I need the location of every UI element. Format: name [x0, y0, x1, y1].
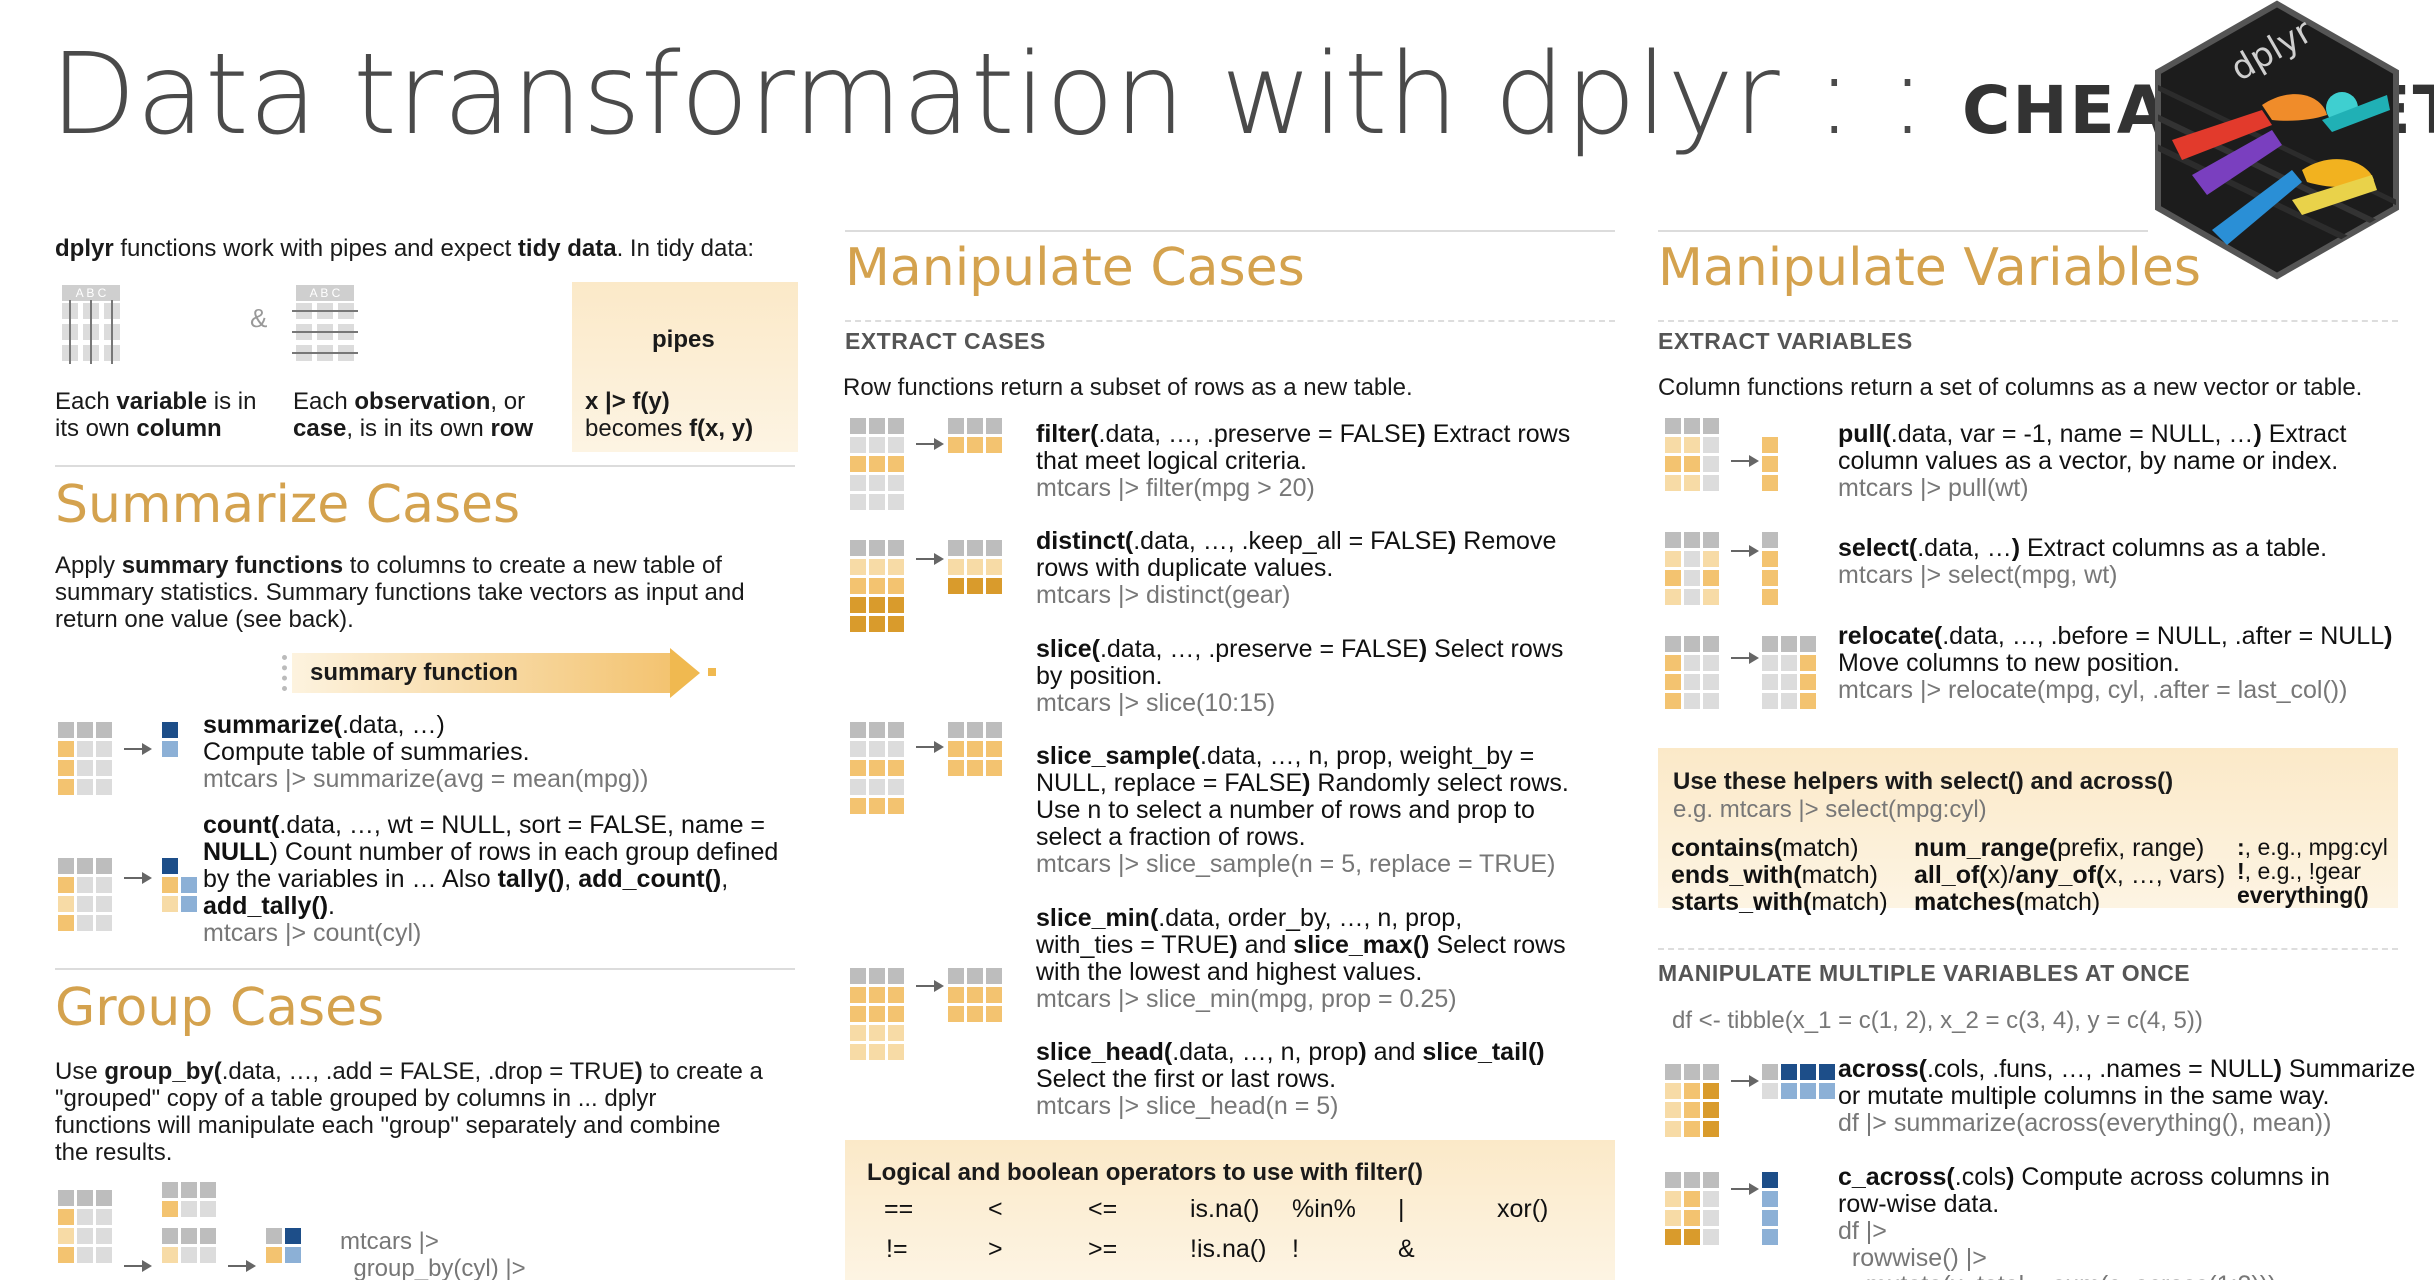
summarize-title: Summarize Cases: [55, 475, 521, 535]
relocate-entry: relocate(.data, …, .before = NULL, .afte…: [1838, 622, 2393, 704]
summarize-entry: summarize(.data, …) Compute table of sum…: [203, 711, 649, 793]
slice-sample-entry: slice_sample(.data, …, n, prop, weight_b…: [1036, 742, 1569, 878]
pipes-caption: x |> f(y) becomes f(x, y): [585, 388, 754, 442]
slice-entry: slice(.data, …, .preserve = FALSE) Selec…: [1036, 635, 1564, 717]
helpers-col-2: num_range(prefix, range) all_of(x)/any_o…: [1914, 834, 2226, 916]
slice-head-entry: slice_head(.data, …, n, prop) and slice_…: [1036, 1038, 1545, 1120]
tidy-intro-line: dplyr functions work with pipes and expe…: [55, 235, 755, 262]
operators-title: Logical and boolean operators to use wit…: [867, 1159, 1424, 1186]
summarize-desc: Apply summary functions to columns to cr…: [55, 552, 745, 633]
cases-title: Manipulate Cases: [845, 238, 1305, 298]
helpers-title: Use these helpers with select() and acro…: [1673, 768, 2174, 795]
divider: [845, 230, 1615, 232]
distinct-entry: distinct(.data, …, .keep_all = FALSE) Re…: [1036, 527, 1557, 609]
helpers-example: e.g. mtcars |> select(mpg:cyl): [1673, 796, 1987, 823]
group-example: mtcars |> group_by(cyl) |>: [340, 1228, 526, 1280]
multi-df-example: df <- tibble(x_1 = c(1, 2), x_2 = c(3, 4…: [1672, 1007, 2203, 1034]
extract-vars-heading: EXTRACT VARIABLES: [1658, 328, 1913, 354]
pipes-label: pipes: [652, 326, 715, 353]
filter-entry: filter(.data, …, .preserve = FALSE) Extr…: [1036, 420, 1571, 502]
divider: [1658, 320, 2398, 322]
cases-desc: Row functions return a subset of rows as…: [843, 374, 1413, 401]
select-entry: select(.data, …) Extract columns as a ta…: [1838, 534, 2328, 589]
divider: [1658, 948, 2398, 950]
group-title: Group Cases: [55, 978, 385, 1038]
slice-min-entry: slice_min(.data, order_by, …, n, prop, w…: [1036, 904, 1566, 1013]
helpers-col-3: :, e.g., mpg:cyl !, e.g., !gear everythi…: [2237, 834, 2388, 908]
variable-caption: Each variable is in its own column: [55, 388, 257, 442]
divider: [845, 320, 1615, 322]
count-entry: count(.data, …, wt = NULL, sort = FALSE,…: [203, 811, 779, 947]
extract-cases-heading: EXTRACT CASES: [845, 328, 1046, 354]
group-desc: Use group_by(.data, …, .add = FALSE, .dr…: [55, 1058, 763, 1166]
divider: [1658, 230, 2148, 232]
vars-title: Manipulate Variables: [1658, 238, 2201, 298]
divider: [55, 968, 795, 970]
page-title: Data transformation with dplyr : : CHEAT…: [50, 30, 2434, 160]
divider: [55, 465, 795, 467]
c-across-entry: c_across(.cols) Compute across columns i…: [1838, 1163, 2330, 1280]
observation-caption: Each observation, or case, is in its own…: [293, 388, 534, 442]
ampersand: &: [250, 303, 268, 333]
multi-vars-heading: MANIPULATE MULTIPLE VARIABLES AT ONCE: [1658, 960, 2191, 986]
vars-desc: Column functions return a set of columns…: [1658, 374, 2363, 401]
across-entry: across(.cols, .funs, …, .names = NULL) S…: [1838, 1055, 2416, 1137]
title-main-text: Data transformation with dplyr : :: [50, 30, 1962, 160]
helpers-col-1: contains(match) ends_with(match) starts_…: [1671, 834, 1888, 916]
pull-entry: pull(.data, var = -1, name = NULL, …) Ex…: [1838, 420, 2347, 502]
